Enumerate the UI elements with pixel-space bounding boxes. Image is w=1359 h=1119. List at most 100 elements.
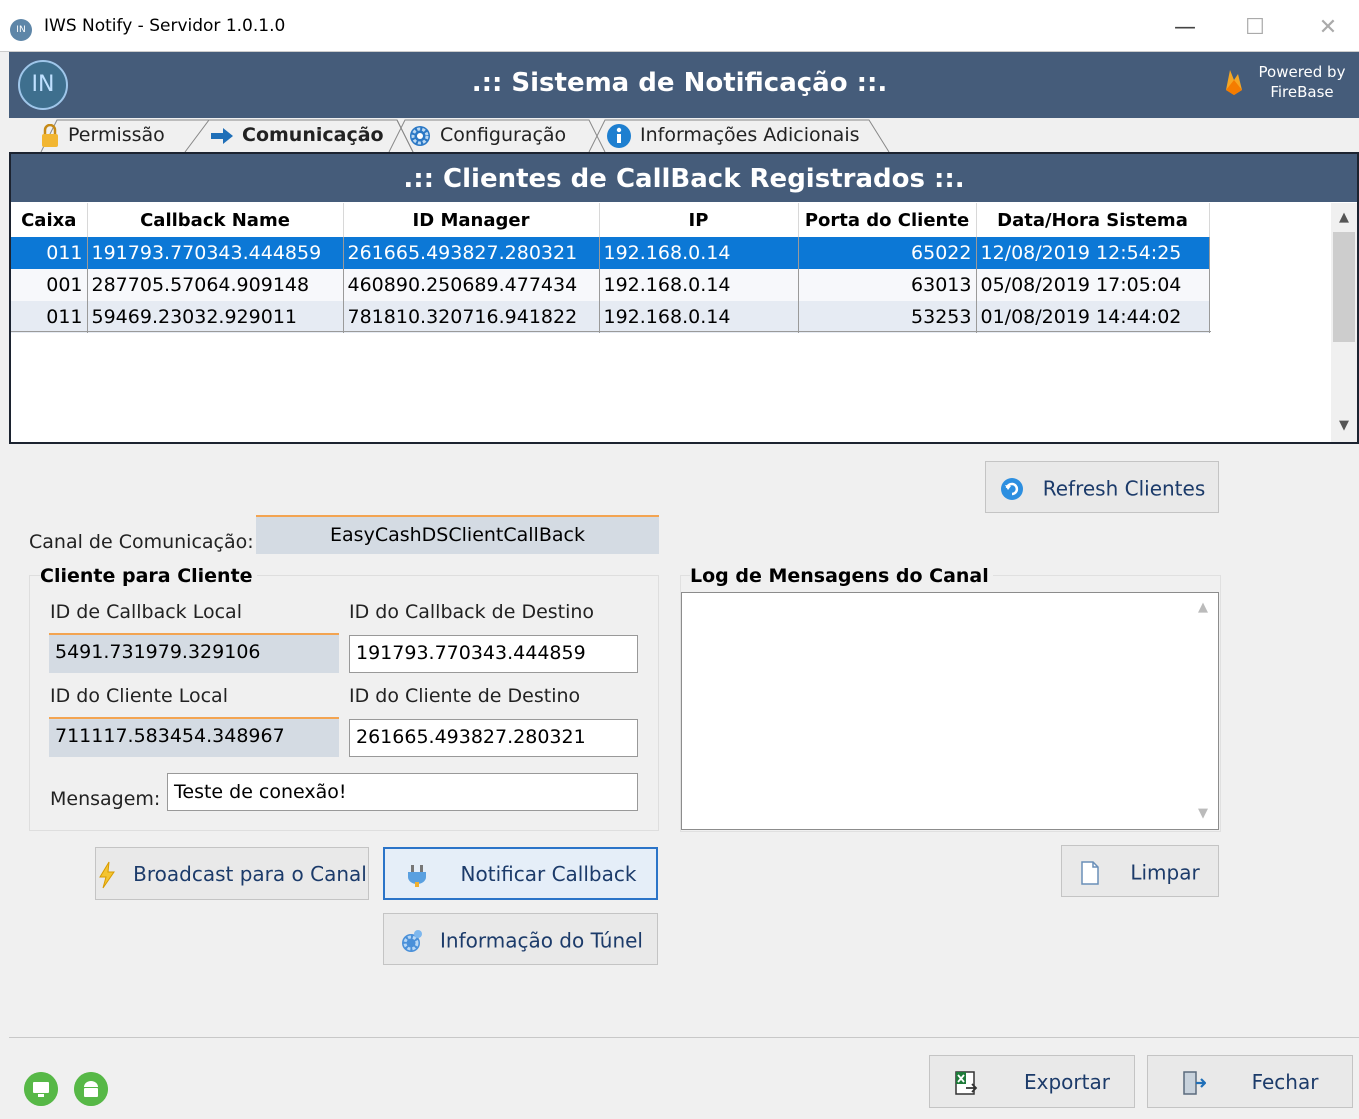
exit-door-icon [1182, 1070, 1206, 1095]
table-row[interactable]: 011 59469.23032.929011 781810.320716.941… [11, 301, 1331, 333]
tab-informacoes[interactable]: Informações Adicionais [606, 118, 860, 152]
column-header[interactable]: Porta do Cliente [798, 203, 977, 237]
table-cell: 12/08/2019 12:54:25 [976, 237, 1210, 269]
channel-field: EasyCashDSClientCallBack [256, 515, 659, 554]
android-status-icon [74, 1072, 108, 1106]
local-client-field: 711117.583454.348967 [49, 717, 339, 757]
table-cell: 460890.250689.477434 [343, 269, 600, 301]
close-button[interactable]: Fechar [1147, 1055, 1353, 1108]
client-to-client-title: Cliente para Cliente [40, 565, 257, 587]
lightning-icon [99, 861, 116, 888]
info-icon [607, 123, 631, 148]
log-textarea[interactable] [681, 592, 1219, 830]
table-cell: 261665.493827.280321 [343, 237, 600, 269]
scroll-down-icon[interactable]: ▼ [1331, 418, 1357, 433]
column-header-filler [1209, 203, 1331, 237]
export-button[interactable]: Exportar [929, 1055, 1135, 1108]
table-cell: 53253 [798, 301, 977, 333]
button-label: Refresh Clientes [1042, 476, 1206, 501]
button-label: Fechar [1251, 1070, 1319, 1094]
message-input[interactable]: Teste de conexão! [167, 773, 638, 811]
log-scroll-down-icon[interactable]: ▼ [1190, 806, 1216, 821]
broadcast-button[interactable]: Broadcast para o Canal [95, 847, 369, 900]
lock-icon [42, 123, 58, 147]
notify-callback-button[interactable]: Notificar Callback [383, 847, 658, 900]
arrow-right-icon [211, 127, 233, 144]
log-scroll-up-icon[interactable]: ▲ [1190, 600, 1216, 615]
table-header-row: Caixa Callback Name ID Manager IP Porta … [11, 203, 1331, 237]
table-cell: 192.168.0.14 [599, 301, 799, 333]
tab-permissao[interactable]: Permissão [40, 118, 165, 152]
tab-comunicacao[interactable]: Comunicação [210, 118, 384, 152]
button-label: Limpar [1130, 860, 1200, 885]
excel-export-icon [955, 1070, 978, 1095]
maximize-button[interactable]: ☐ [1232, 10, 1278, 46]
table-cell: 191793.770343.444859 [87, 237, 344, 269]
table-cell: 192.168.0.14 [599, 237, 799, 269]
local-callback-field: 5491.731979.329106 [49, 633, 339, 673]
clients-panel-title: .:: Clientes de CallBack Registrados ::. [11, 154, 1357, 202]
button-label: Broadcast para o Canal [133, 862, 367, 886]
table-cell: 63013 [798, 269, 977, 301]
table-row[interactable]: 001 287705.57064.909148 460890.250689.47… [11, 269, 1331, 301]
scrollbar-thumb[interactable] [1333, 232, 1355, 342]
plug-icon [407, 864, 426, 887]
gear-icon [410, 125, 430, 146]
table-cell: 05/08/2019 17:05:04 [976, 269, 1210, 301]
firebase-icon [1226, 70, 1242, 95]
clients-table[interactable]: Caixa Callback Name ID Manager IP Porta … [11, 203, 1331, 333]
header-title: .:: Sistema de Notificação ::. [471, 68, 888, 98]
dest-callback-label: ID do Callback de Destino [349, 601, 595, 623]
tab-label: Permissão [68, 124, 165, 146]
tab-label: Comunicação [242, 124, 384, 146]
document-icon [1081, 860, 1100, 885]
button-label: Exportar [1024, 1070, 1110, 1094]
scroll-up-icon[interactable]: ▲ [1331, 210, 1357, 225]
local-client-label: ID do Cliente Local [50, 685, 228, 707]
tab-configuracao[interactable]: Configuração [408, 118, 566, 152]
tab-label: Configuração [440, 124, 567, 146]
window-title: IWS Notify - Servidor 1.0.1.0 [44, 16, 286, 36]
dest-callback-input[interactable]: 191793.770343.444859 [349, 635, 638, 673]
message-label: Mensagem: [50, 788, 161, 810]
table-cell: 192.168.0.14 [599, 269, 799, 301]
dest-client-label: ID do Cliente de Destino [349, 685, 581, 707]
table-cell: 011 [11, 301, 88, 333]
local-callback-label: ID de Callback Local [50, 601, 242, 623]
button-label: Notificar Callback [460, 862, 637, 886]
button-label: Informação do Túnel [440, 928, 643, 953]
close-window-button[interactable]: ✕ [1305, 10, 1351, 46]
minimize-button[interactable]: — [1162, 10, 1208, 46]
bottom-separator [9, 1037, 1359, 1038]
refresh-clients-button[interactable]: Refresh Clientes [985, 461, 1219, 513]
gears-icon [402, 929, 422, 952]
table-cell: 65022 [798, 237, 977, 269]
app-icon: IN [10, 19, 32, 41]
table-cell: 01/08/2019 14:44:02 [976, 301, 1210, 333]
refresh-icon [1000, 477, 1023, 500]
tunnel-info-button[interactable]: Informação do Túnel [383, 913, 658, 965]
table-filler [1209, 301, 1331, 333]
column-header[interactable]: IP [599, 203, 799, 237]
dest-client-input[interactable]: 261665.493827.280321 [349, 719, 638, 757]
column-header[interactable]: Callback Name [87, 203, 344, 237]
table-filler [1209, 269, 1331, 301]
powered-by-label: Powered by [1258, 63, 1346, 81]
powered-by: Powered by FireBase [1252, 62, 1352, 102]
table-filler [1209, 237, 1331, 269]
powered-by-name: FireBase [1270, 83, 1334, 101]
clear-button[interactable]: Limpar [1061, 845, 1219, 897]
column-header[interactable]: Data/Hora Sistema [976, 203, 1210, 237]
tab-label: Informações Adicionais [640, 124, 860, 146]
desktop-status-icon [24, 1072, 58, 1106]
column-header[interactable]: Caixa [11, 203, 88, 237]
column-header[interactable]: ID Manager [343, 203, 600, 237]
channel-label: Canal de Comunicação: [29, 531, 254, 553]
table-cell: 59469.23032.929011 [87, 301, 344, 333]
table-bottom-line [11, 331, 1211, 332]
table-row[interactable]: 011 191793.770343.444859 261665.493827.2… [11, 237, 1331, 269]
table-cell: 001 [11, 269, 88, 301]
table-cell: 287705.57064.909148 [87, 269, 344, 301]
log-title: Log de Mensagens do Canal [690, 565, 993, 587]
table-cell: 781810.320716.941822 [343, 301, 600, 333]
